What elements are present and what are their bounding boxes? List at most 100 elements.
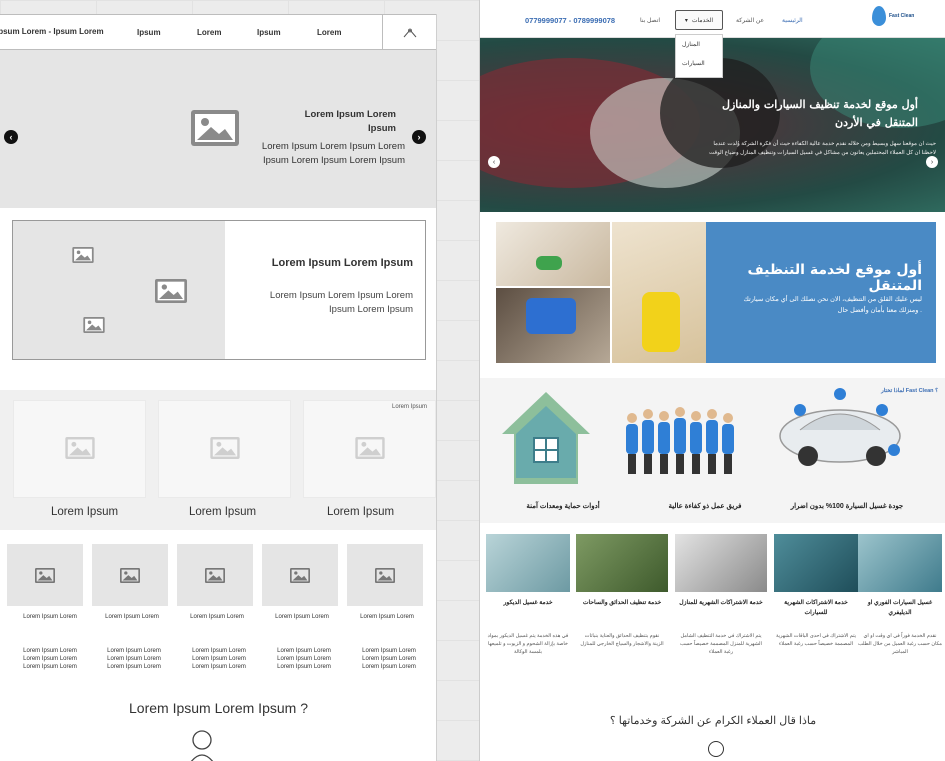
service-title: خدمة غسيل الديكور [503, 600, 553, 606]
feature-label: أدوات حماية ومعدات آمنة [526, 503, 600, 510]
service-title: خدمة الاشتراكات الشهرية للسيارات [784, 600, 848, 616]
card-tag: Lorem Ipsum [391, 404, 427, 410]
image-placeholder-icon [72, 247, 94, 263]
service-text: Lorem Ipsum Lorem Lorem Ipsum Lorem Lore… [23, 648, 77, 670]
team-photo-icon [626, 407, 734, 474]
image-placeholder-icon [120, 568, 140, 583]
vacuum-shape [642, 292, 680, 352]
wireframe-brand[interactable]: Ipsum Lorem - Ipsum Lorem [0, 27, 104, 36]
service-photo-car-subscription [774, 534, 858, 592]
caret-down-icon: ▾ [684, 17, 688, 24]
wireframe-feature-title: Lorem Ipsum Lorem Ipsum [271, 257, 413, 269]
site-testimonials-title: ماذا قال العملاء الكرام عن الشركة وخدمات… [609, 715, 817, 727]
card-label: Lorem Ipsum [326, 506, 395, 518]
service-text: Lorem Ipsum Lorem Lorem Ipsum Lorem Lore… [362, 648, 416, 670]
service-description: نقوم بتنظيف الحدائق والعناية بنباتات الز… [580, 633, 664, 647]
wireframe-feature-section: Lorem Ipsum Lorem Ipsum Lorem Ipsum Lore… [12, 220, 426, 360]
service-caption: Lorem Ipsum Lorem [275, 614, 329, 620]
dropdown-item-cars[interactable]: السيارات [676, 54, 722, 73]
service-description: يتم الاشتراك في احدى الباقات الشهرية الم… [775, 633, 857, 647]
image-placeholder-icon [83, 317, 105, 333]
image-placeholder-icon [205, 568, 225, 583]
nav-services-dropdown[interactable]: ▾ الخدمات [675, 10, 723, 30]
service-photo-decor [486, 534, 570, 592]
wireframe-nav-link[interactable]: Lorem [197, 28, 257, 37]
nav-home[interactable]: الرئيسية [782, 17, 803, 24]
service-text: Lorem Ipsum Lorem Lorem Ipsum Lorem Lore… [107, 648, 161, 670]
image-placeholder-icon [355, 437, 385, 459]
wireframe-hero-text: Lorem Ipsum Lorem Ipsum Lorem Ipsum Lore… [261, 141, 405, 166]
slider-prev-arrow[interactable]: ‹ [4, 130, 18, 144]
service-title: خدمة تنظيف الحدائق والساحات [582, 600, 662, 606]
site-navbar: 0779999077 - 0789999078 اتصل بنا ▾ الخدم… [480, 0, 945, 78]
logo-text: Fast Clean [889, 12, 915, 19]
site-hero-text: حيث ان موقعنا سهل وبسيط ومن خلاله نقدم خ… [709, 141, 936, 156]
nav-contact[interactable]: اتصل بنا [640, 17, 660, 24]
service-caption: Lorem Ipsum Lorem [190, 614, 244, 620]
wireframe-nav-link[interactable]: Lorem [317, 28, 377, 37]
service-caption: Lorem Ipsum Lorem [23, 614, 77, 620]
wireframe-services-section: Lorem Ipsum Lorem Lorem Ipsum Lorem Lore… [0, 544, 436, 694]
site-hero-title: أول موقع لخدمة تنظيف السيارات والمنازل ا… [722, 98, 918, 129]
site-why-us-section: لماذا تختار Fast Clean ؟ جودة غسيل السيا… [480, 378, 945, 523]
service-placeholder [92, 544, 168, 606]
nav-about[interactable]: عن الشركة [736, 17, 764, 24]
service-photo-home-subscription [675, 534, 767, 592]
wireframe-page: Ipsum Lorem - Ipsum Lorem Ipsum Lorem Ip… [0, 14, 437, 761]
sponge-shape [536, 256, 562, 270]
collage-photo-sofa [612, 222, 706, 363]
card-placeholder: Lorem Ipsum [303, 400, 436, 498]
wireframe-navbar: Ipsum Lorem - Ipsum Lorem Ipsum Lorem Ip… [0, 14, 436, 50]
wireframe-menu-button[interactable] [382, 15, 436, 50]
service-text: Lorem Ipsum Lorem Lorem Ipsum Lorem Lore… [192, 648, 246, 670]
service-caption: Lorem Ipsum Lorem [360, 614, 414, 620]
wireframe-testimonials-title: Lorem Ipsum Lorem Ipsum ? [129, 700, 308, 716]
image-placeholder-icon [65, 437, 95, 459]
design-canvas: Ipsum Lorem - Ipsum Lorem Ipsum Lorem Ip… [0, 0, 945, 761]
card-placeholder [13, 400, 146, 498]
wireframe-hero-title: Lorem Ipsum Lorem Ipsum [304, 109, 396, 134]
site-feature-title: أول موقع لخدمة التنظيف المتنقل [747, 262, 922, 294]
user-avatar-icon [190, 730, 214, 761]
service-placeholder [7, 544, 83, 606]
image-placeholder-icon [290, 568, 310, 583]
service-description: نقدم الخدمة فوراً في اي وقت او اي مكان ح… [858, 633, 942, 655]
wireframe-nav-link[interactable]: Ipsum [257, 28, 317, 37]
user-icon [403, 28, 416, 37]
image-placeholder-icon [35, 568, 55, 583]
collage-photo-steam [496, 288, 610, 363]
service-title: خدمة الاشتراكات الشهرية للمنازل [679, 600, 763, 606]
image-placeholder-icon [191, 110, 239, 151]
user-avatar-icon [708, 741, 724, 757]
site-feature-text: ليس عليك القلق من التنظيف، الان نحن نصلك… [743, 296, 922, 314]
slider-prev-arrow[interactable]: ‹ [488, 156, 500, 168]
collage-placeholder [13, 221, 153, 359]
wireframe-nav-links: Ipsum Lorem Ipsum Lorem [137, 28, 377, 37]
slider-next-arrow[interactable]: › [412, 130, 426, 144]
image-placeholder-icon [375, 568, 395, 583]
service-text: Lorem Ipsum Lorem Lorem Ipsum Lorem Lore… [277, 648, 331, 670]
website-page: 0779999077 - 0789999078 اتصل بنا ▾ الخدم… [479, 0, 945, 761]
service-placeholder [177, 544, 253, 606]
water-drop-icon [872, 6, 886, 26]
service-title: غسيل السيارات الفوري او الديليفري [867, 600, 933, 616]
wireframe-nav-link[interactable]: Ipsum [137, 28, 197, 37]
house-tools-icon [502, 392, 590, 484]
card-label: Lorem Ipsum [50, 506, 119, 518]
phone-numbers[interactable]: 0779999077 - 0789999078 [525, 16, 615, 25]
feature-label: جودة غسيل السيارة 100% بدون اضرار [790, 503, 904, 510]
image-placeholder-icon [210, 437, 240, 459]
collage-photo-cleaning [496, 222, 610, 286]
site-services-section: غسيل السيارات الفوري او الديليفري خدمة ا… [480, 532, 945, 682]
site-logo[interactable]: Fast Clean [872, 6, 914, 26]
wireframe-feature-text: Lorem Ipsum Lorem Ipsum Lorem Ipsum Lore… [269, 290, 413, 315]
wireframe-hero-slider: ‹ › Lorem Ipsum Lorem Ipsum Lorem Ipsum … [0, 50, 436, 208]
service-caption: Lorem Ipsum Lorem [105, 614, 159, 620]
service-description: في هذه الخدمة يتم غسيل الديكور بمواد خاص… [487, 633, 569, 655]
feature-label: فريق عمل ذو كفاءة عالية [668, 503, 742, 510]
services-dropdown-menu: المنازل السيارات [675, 34, 723, 78]
nav-services-label: الخدمات [691, 17, 714, 24]
service-description: يتم الاشتراك في خدمة التنظيف الشامل الشه… [680, 633, 762, 655]
worker-shape [526, 298, 576, 334]
dropdown-item-homes[interactable]: المنازل [676, 35, 722, 54]
